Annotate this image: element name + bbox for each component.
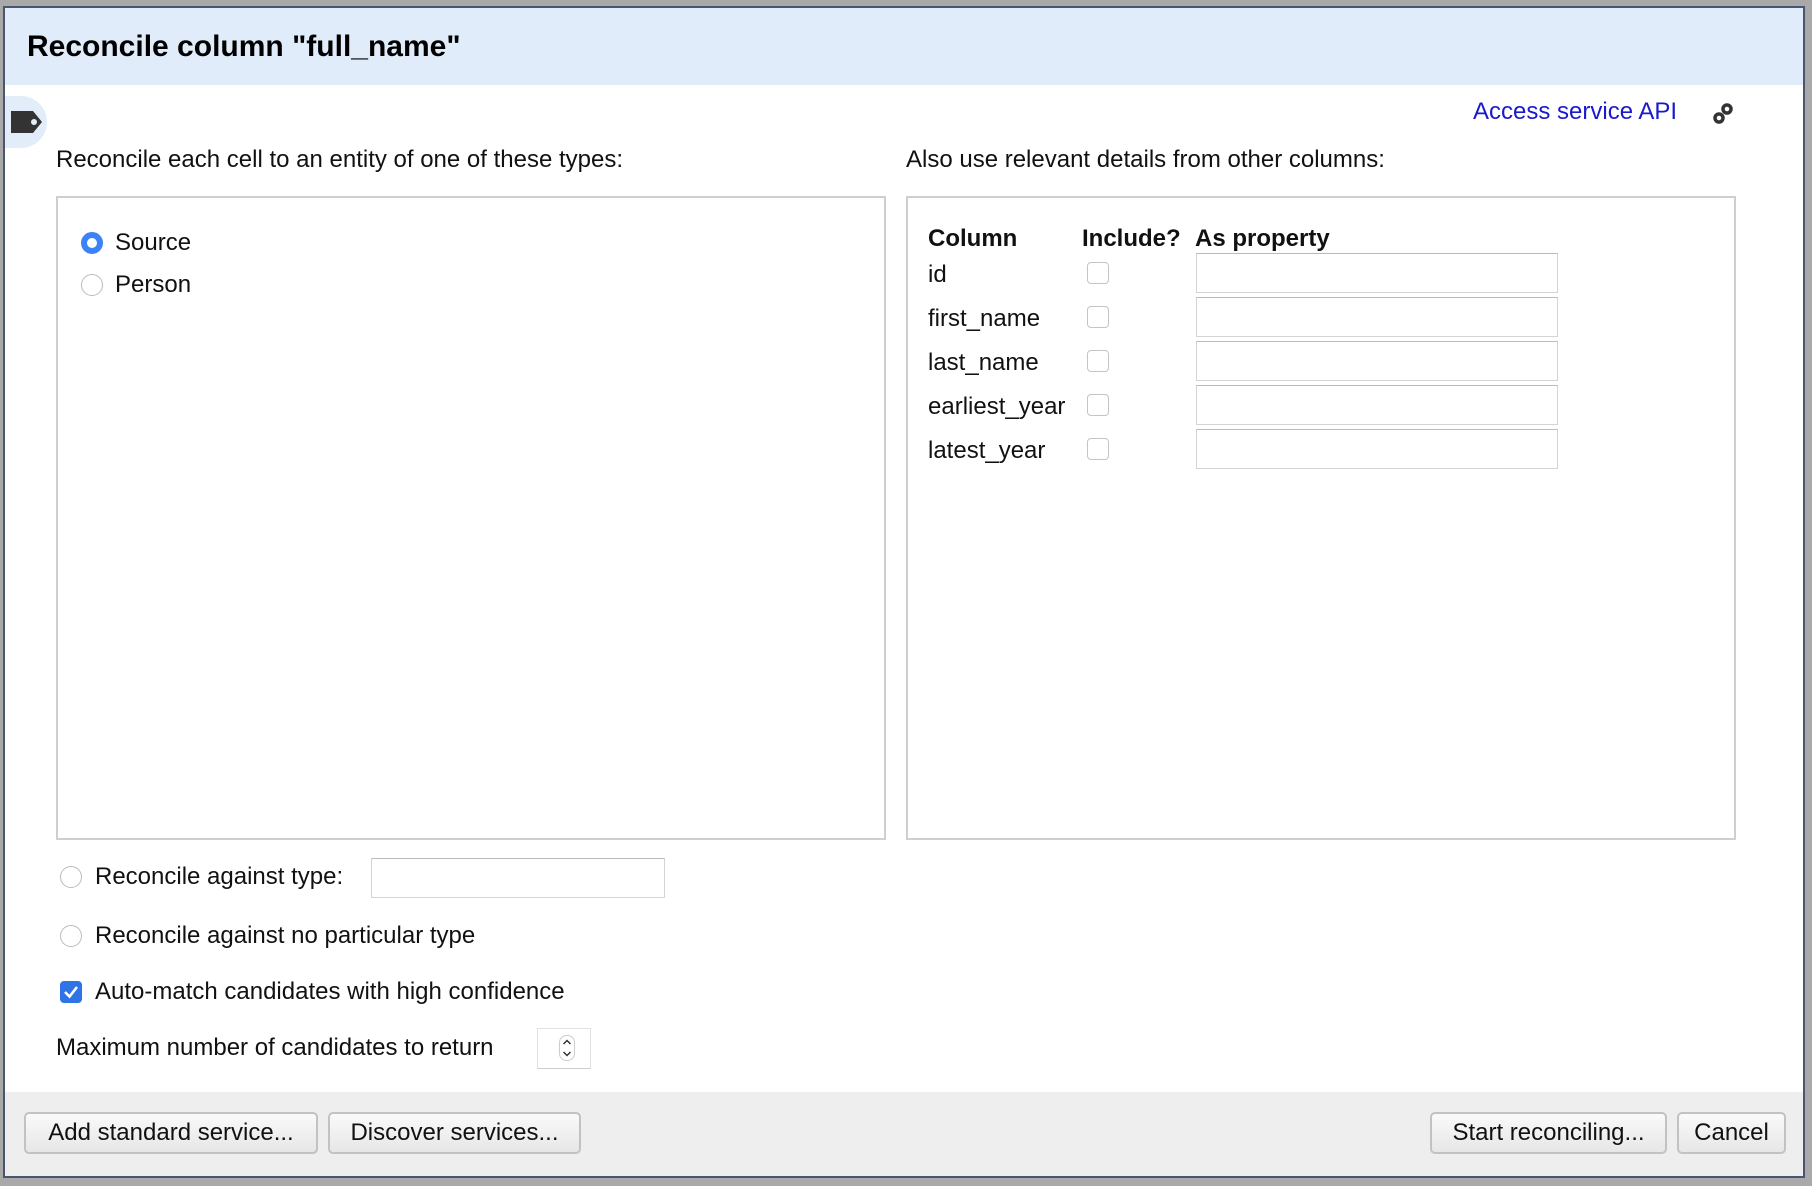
no-type-radio[interactable]	[60, 925, 82, 947]
max-candidates-input[interactable]	[537, 1028, 591, 1069]
no-type-label: Reconcile against no particular type	[95, 922, 476, 949]
access-service-api-link[interactable]: Access service API	[1473, 98, 1677, 126]
auto-match-checkbox[interactable]	[60, 981, 82, 1003]
column-name: id	[928, 261, 947, 288]
dialog-footer: Add standard service... Discover service…	[5, 1092, 1803, 1176]
discover-services-button[interactable]: Discover services...	[328, 1112, 581, 1154]
column-name: first_name	[928, 305, 1041, 332]
include-checkbox-latest-year[interactable]	[1087, 438, 1109, 460]
include-checkbox-first-name[interactable]	[1087, 306, 1109, 328]
header-as-property: As property	[1195, 225, 1330, 252]
include-checkbox-id[interactable]	[1087, 262, 1109, 284]
dialog-header: Reconcile column "full_name"	[5, 8, 1803, 85]
columns-table: Column Include? As property id first_nam…	[906, 196, 1736, 840]
header-include: Include?	[1082, 225, 1181, 252]
other-columns-label: Also use relevant details from other col…	[906, 146, 1385, 173]
types-label: Reconcile each cell to an entity of one …	[56, 146, 624, 173]
type-radio-source[interactable]	[81, 232, 103, 254]
dialog-title: Reconcile column "full_name"	[27, 30, 461, 63]
start-reconciling-button[interactable]: Start reconciling...	[1430, 1112, 1667, 1154]
against-type-radio[interactable]	[60, 866, 82, 888]
tag-icon	[11, 111, 42, 133]
include-checkbox-earliest-year[interactable]	[1087, 394, 1109, 416]
property-input-latest-year[interactable]	[1196, 429, 1558, 469]
max-candidates-label: Maximum number of candidates to return	[56, 1034, 494, 1061]
type-radio-person[interactable]	[81, 274, 103, 296]
column-name: last_name	[928, 349, 1039, 376]
type-label-source: Source	[115, 229, 192, 256]
column-name: earliest_year	[928, 393, 1066, 420]
property-input-id[interactable]	[1196, 253, 1558, 293]
include-checkbox-last-name[interactable]	[1087, 350, 1109, 372]
spinner-arrows-icon[interactable]	[559, 1035, 575, 1061]
reconcile-dialog: Reconcile column "full_name" Access serv…	[3, 6, 1805, 1178]
property-input-earliest-year[interactable]	[1196, 385, 1558, 425]
property-input-first-name[interactable]	[1196, 297, 1558, 337]
column-name: latest_year	[928, 437, 1046, 464]
against-type-label: Reconcile against type:	[95, 863, 344, 890]
type-label-person: Person	[115, 271, 192, 298]
types-list: Source Person	[56, 196, 886, 840]
link-icon	[1713, 103, 1733, 124]
cancel-button[interactable]: Cancel	[1677, 1112, 1786, 1154]
checkmark-icon	[64, 986, 79, 999]
header-column: Column	[928, 225, 1018, 252]
add-standard-service-button[interactable]: Add standard service...	[24, 1112, 318, 1154]
property-input-last-name[interactable]	[1196, 341, 1558, 381]
auto-match-label: Auto-match candidates with high confiden…	[95, 978, 565, 1005]
service-tab[interactable]	[5, 96, 47, 148]
against-type-input[interactable]	[371, 858, 665, 898]
